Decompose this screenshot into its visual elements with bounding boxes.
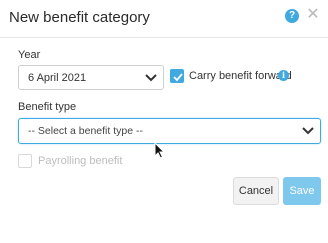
check-icon — [173, 73, 183, 82]
benefit-type-label: Benefit type — [18, 101, 77, 113]
payrolling-checkbox[interactable] — [18, 154, 32, 168]
chevron-down-icon — [145, 73, 157, 81]
year-select[interactable]: 6 April 2021 — [18, 65, 164, 90]
benefit-type-value: -- Select a benefit type -- — [28, 125, 143, 137]
mouse-cursor-icon — [154, 142, 166, 159]
close-icon[interactable]: ✕ — [306, 7, 320, 23]
chevron-down-icon — [302, 127, 314, 135]
year-value: 6 April 2021 — [28, 71, 87, 84]
save-button[interactable]: Save — [283, 177, 321, 205]
benefit-type-select[interactable]: -- Select a benefit type -- — [18, 118, 321, 144]
year-label: Year — [18, 49, 41, 61]
carry-forward-checkbox[interactable] — [170, 69, 184, 83]
cancel-button[interactable]: Cancel — [233, 177, 279, 205]
dialog-title: New benefit category — [9, 9, 150, 26]
info-icon[interactable]: i — [278, 70, 289, 81]
help-icon[interactable]: ? — [285, 9, 299, 23]
carry-forward-label[interactable]: Carry benefit forward — [189, 70, 292, 82]
payrolling-label: Payrolling benefit — [38, 155, 123, 167]
dialog-header: New benefit category ? ✕ — [0, 0, 328, 38]
